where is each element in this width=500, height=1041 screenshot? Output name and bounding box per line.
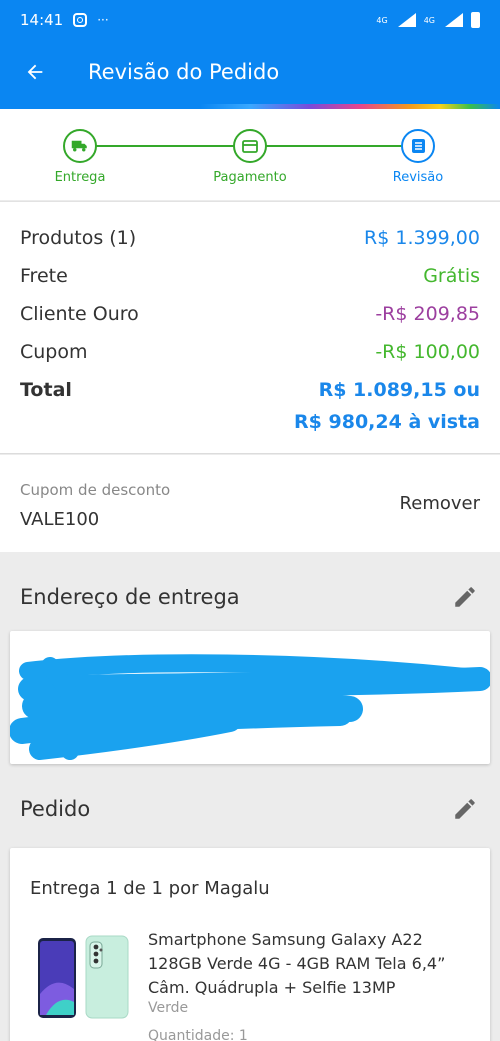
shipping-value: Grátis xyxy=(423,265,480,287)
step-pagamento[interactable]: Pagamento xyxy=(200,129,300,185)
step-entrega[interactable]: Entrega xyxy=(30,129,130,185)
order-summary: Produtos (1) R$ 1.399,00 Frete Grátis Cl… xyxy=(0,201,500,454)
battery-icon xyxy=(471,12,480,28)
coupon-label: Cupom xyxy=(20,341,88,363)
products-value: R$ 1.399,00 xyxy=(364,227,480,249)
redaction-scribble xyxy=(10,654,490,760)
more-notifications-icon: ··· xyxy=(97,13,109,27)
coupon-value: -R$ 100,00 xyxy=(375,341,480,363)
signal-label-right: 4G xyxy=(423,15,435,25)
edit-order-icon[interactable] xyxy=(452,796,478,822)
summary-row-products: Produtos (1) R$ 1.399,00 xyxy=(20,223,480,253)
status-bar: 14:41 ··· 4G 4G xyxy=(0,0,500,40)
product-name[interactable]: Smartphone Samsung Galaxy A22 128GB Verd… xyxy=(148,928,468,1000)
checkout-stepper: Entrega Pagamento Revisão xyxy=(0,109,500,200)
summary-row-total: Total R$ 1.089,15 ou xyxy=(20,375,480,405)
order-card: Entrega 1 de 1 por Magalu Smartphone Sam… xyxy=(10,848,490,1041)
signal-label-left: 4G xyxy=(376,15,388,25)
signal-icon xyxy=(396,13,416,27)
summary-row-cash: R$ 980,24 à vista xyxy=(20,407,480,437)
product-color: Verde xyxy=(148,1000,189,1016)
product-quantity: Quantidade: 1 xyxy=(148,1028,248,1041)
total-label: Total xyxy=(20,379,72,401)
summary-row-gold-client: Cliente Ouro -R$ 209,85 xyxy=(20,299,480,329)
coupon-section: Cupom de desconto VALE100 Remover xyxy=(0,455,500,552)
edit-address-icon[interactable] xyxy=(452,584,478,610)
step-label: Entrega xyxy=(54,170,106,185)
gold-client-value: -R$ 209,85 xyxy=(375,303,480,325)
list-icon xyxy=(401,129,435,163)
address-section-title: Endereço de entrega xyxy=(20,585,240,609)
order-section-title: Pedido xyxy=(20,797,91,821)
shipping-label: Frete xyxy=(20,265,68,287)
product-image[interactable] xyxy=(36,934,132,1022)
truck-icon xyxy=(63,129,97,163)
gold-client-label: Cliente Ouro xyxy=(20,303,139,325)
products-label: Produtos (1) xyxy=(20,227,137,249)
total-value: R$ 1.089,15 ou xyxy=(318,379,480,401)
clock: 14:41 xyxy=(20,11,64,29)
address-card[interactable] xyxy=(10,631,490,764)
credit-card-icon xyxy=(233,129,267,163)
coupon-code: VALE100 xyxy=(20,509,100,530)
page-title: Revisão do Pedido xyxy=(88,60,280,84)
app-bar: Revisão do Pedido xyxy=(0,40,500,104)
step-label: Pagamento xyxy=(213,170,287,185)
total-cash-value: R$ 980,24 à vista xyxy=(294,411,480,433)
coupon-field-label: Cupom de desconto xyxy=(20,481,171,499)
back-button[interactable] xyxy=(0,40,70,104)
instagram-icon xyxy=(73,13,88,27)
signal-icon xyxy=(443,13,463,27)
summary-row-shipping: Frete Grátis xyxy=(20,261,480,291)
step-label: Revisão xyxy=(392,170,444,185)
step-revisao[interactable]: Revisão xyxy=(368,129,468,185)
remove-coupon-button[interactable]: Remover xyxy=(400,493,480,514)
delivery-line: Entrega 1 de 1 por Magalu xyxy=(30,878,270,899)
summary-row-coupon: Cupom -R$ 100,00 xyxy=(20,337,480,367)
arrow-left-icon xyxy=(27,64,43,80)
